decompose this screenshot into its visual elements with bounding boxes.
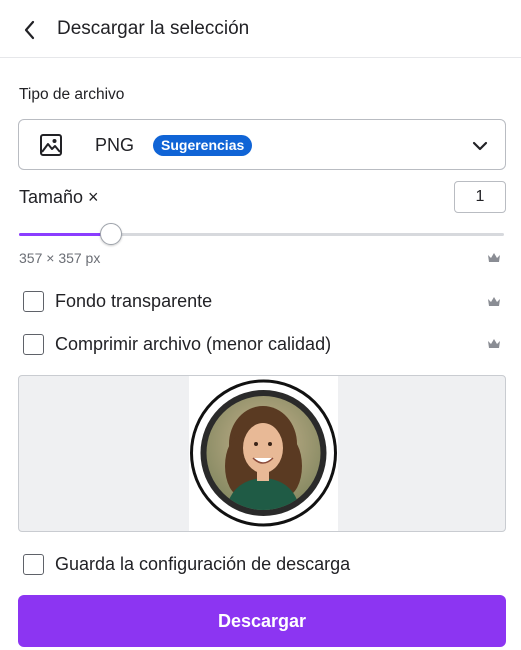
back-button[interactable] <box>14 14 46 46</box>
preview-image <box>189 376 338 531</box>
size-multiplier-input[interactable] <box>454 181 506 213</box>
transparent-background-checkbox[interactable] <box>23 291 44 312</box>
size-label: Tamaño × <box>19 187 99 207</box>
size-slider-fill <box>19 233 111 236</box>
header: Descargar la selección <box>0 0 521 58</box>
save-settings-option[interactable]: Guarda la configuración de descarga <box>23 554 350 575</box>
file-type-select[interactable]: PNG Sugerencias <box>18 119 506 170</box>
chevron-left-icon <box>24 20 35 40</box>
preview-area <box>18 375 506 532</box>
dimensions-text: 357 × 357 px <box>19 250 101 266</box>
page-title: Descargar la selección <box>57 18 250 39</box>
transparent-background-label: Fondo transparente <box>55 291 213 311</box>
crown-icon <box>488 253 500 262</box>
chevron-down-icon <box>472 141 488 151</box>
compress-file-checkbox[interactable] <box>23 334 44 355</box>
file-type-value: PNG <box>95 135 135 155</box>
size-slider-thumb[interactable] <box>100 223 122 245</box>
transparent-background-option[interactable]: Fondo transparente <box>23 291 212 312</box>
compress-file-label: Comprimir archivo (menor calidad) <box>55 334 332 354</box>
profile-photo-illustration <box>190 379 337 527</box>
save-settings-label: Guarda la configuración de descarga <box>55 554 351 574</box>
file-type-label: Tipo de archivo <box>19 86 125 103</box>
save-settings-checkbox[interactable] <box>23 554 44 575</box>
crown-icon <box>488 297 500 306</box>
size-slider[interactable] <box>19 223 504 245</box>
image-icon <box>40 134 62 156</box>
download-button[interactable]: Descargar <box>18 595 506 647</box>
suggestions-badge: Sugerencias <box>153 135 253 156</box>
compress-file-option[interactable]: Comprimir archivo (menor calidad) <box>23 334 331 355</box>
crown-icon <box>488 339 500 348</box>
